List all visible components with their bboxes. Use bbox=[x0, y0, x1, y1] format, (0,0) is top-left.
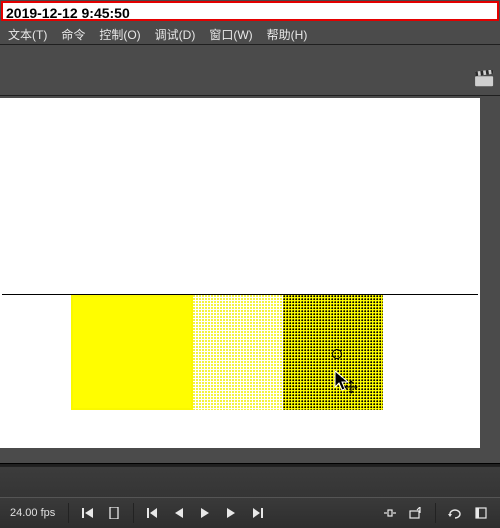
playback-bar: 24.00 fps bbox=[0, 497, 500, 528]
timeline-mode-button[interactable] bbox=[103, 503, 125, 523]
export-frame-button[interactable] bbox=[405, 503, 427, 523]
loop-button[interactable] bbox=[444, 503, 466, 523]
first-frame-button[interactable] bbox=[142, 503, 164, 523]
separator bbox=[133, 503, 134, 523]
separator bbox=[435, 503, 436, 523]
menu-window[interactable]: 窗口(W) bbox=[209, 26, 252, 43]
fps-display[interactable]: 24.00 fps bbox=[6, 507, 62, 519]
play-button[interactable] bbox=[194, 503, 216, 523]
menu-debug[interactable]: 调试(D) bbox=[155, 26, 196, 43]
menu-help[interactable]: 帮助(H) bbox=[267, 26, 308, 43]
clapperboard-icon bbox=[474, 70, 496, 88]
stage-area[interactable] bbox=[0, 96, 500, 468]
go-to-first-frame-button[interactable] bbox=[77, 503, 99, 523]
step-forward-button[interactable] bbox=[220, 503, 242, 523]
menu-control[interactable]: 控制(O) bbox=[99, 26, 140, 43]
registration-point-icon bbox=[332, 349, 342, 359]
menu-bar: 文本(T) 命令 控制(O) 调试(D) 窗口(W) 帮助(H) bbox=[0, 25, 500, 43]
shape-yellow-rectangle[interactable] bbox=[71, 295, 193, 410]
menu-command[interactable]: 命令 bbox=[61, 26, 85, 43]
last-frame-button[interactable] bbox=[246, 503, 268, 523]
timeline-ruler[interactable] bbox=[0, 466, 500, 498]
stage-canvas[interactable] bbox=[0, 98, 480, 448]
step-back-button[interactable] bbox=[168, 503, 190, 523]
panel-clapper-button[interactable] bbox=[474, 70, 496, 91]
options-button[interactable] bbox=[470, 503, 492, 523]
timestamp-overlay: 2019-12-12 9:45:50 bbox=[1, 1, 499, 21]
separator bbox=[68, 503, 69, 523]
shape-halftone-light-rectangle[interactable] bbox=[193, 295, 283, 410]
menu-file[interactable]: 文本(T) bbox=[8, 26, 47, 43]
center-frame-button[interactable] bbox=[379, 503, 401, 523]
tool-strip bbox=[0, 45, 500, 96]
